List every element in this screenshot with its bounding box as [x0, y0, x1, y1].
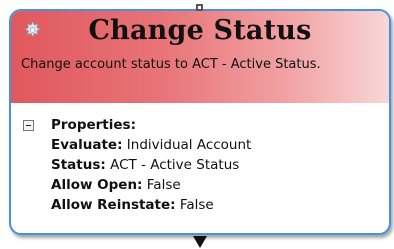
property-key: Allow Open:	[51, 177, 143, 193]
node-header: Change Status Change account status to A…	[11, 11, 389, 103]
property-value: False	[179, 197, 214, 213]
property-value: False	[146, 177, 181, 193]
property-row: Allow Open: False	[51, 175, 389, 195]
change-status-node[interactable]: Change Status Change account status to A…	[9, 9, 391, 235]
property-key: Allow Reinstate:	[51, 197, 176, 213]
output-connector-arrow[interactable]	[193, 236, 207, 248]
property-row: Status: ACT - Active Status	[51, 155, 389, 175]
input-connector[interactable]	[196, 4, 203, 11]
collapse-toggle[interactable]	[23, 120, 34, 131]
properties-header: Properties:	[51, 117, 136, 133]
property-value: Individual Account	[126, 137, 252, 153]
node-body: Properties: Evaluate: Individual Account…	[11, 103, 389, 215]
property-row: Allow Reinstate: False	[51, 195, 389, 215]
property-value: ACT - Active Status	[110, 157, 240, 173]
property-key: Evaluate:	[51, 137, 123, 153]
property-row: Evaluate: Individual Account	[51, 135, 389, 155]
properties-list: Properties: Evaluate: Individual Account…	[51, 115, 389, 215]
property-key: Status:	[51, 157, 106, 173]
node-description: Change account status to ACT - Active St…	[21, 57, 321, 72]
node-title: Change Status	[88, 15, 312, 46]
